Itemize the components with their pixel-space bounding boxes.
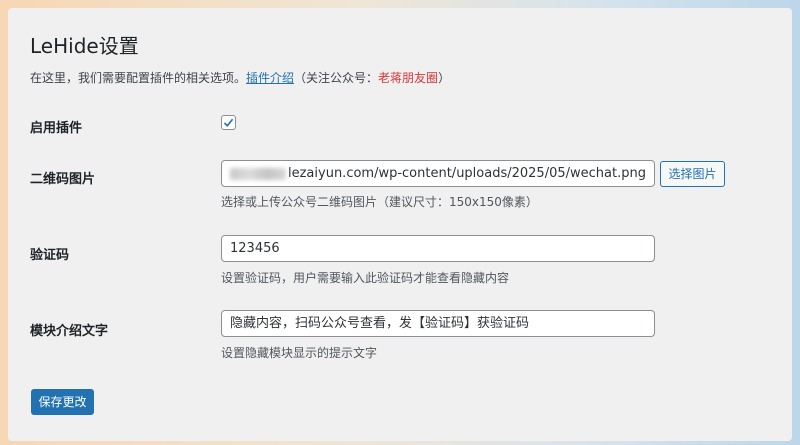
qr-image-label: 二维码图片 xyxy=(30,172,96,187)
save-button[interactable]: 保存更改 xyxy=(31,389,94,415)
select-image-button[interactable]: 选择图片 xyxy=(660,161,725,187)
blurred-domain xyxy=(230,167,286,180)
page-title: LeHide设置 xyxy=(30,34,139,58)
enable-label: 启用插件 xyxy=(30,121,83,136)
qr-image-url-value: lezaiyun.com/wp-content/uploads/2025/05/… xyxy=(288,166,646,181)
account-name: 老蒋朋友圈 xyxy=(378,71,439,85)
qr-image-url-input[interactable]: lezaiyun.com/wp-content/uploads/2025/05/… xyxy=(221,160,655,187)
description-mid: （关注公众号： xyxy=(294,71,379,85)
description-prefix: 在这里，我们需要配置插件的相关选项。 xyxy=(30,71,247,85)
plugin-intro-link[interactable]: 插件介绍 xyxy=(246,71,294,85)
checkmark-icon xyxy=(223,118,234,127)
qr-image-help: 选择或上传公众号二维码图片（建议尺寸：150x150像素） xyxy=(221,195,538,209)
verify-code-help: 设置验证码，用户需要输入此验证码才能查看隐藏内容 xyxy=(221,271,510,285)
verify-code-input[interactable]: 123456 xyxy=(221,235,655,262)
settings-panel: LeHide设置 在这里，我们需要配置插件的相关选项。插件介绍（关注公众号：老蒋… xyxy=(8,8,792,441)
intro-text-help: 设置隐藏模块显示的提示文字 xyxy=(221,346,378,360)
verify-code-label: 验证码 xyxy=(30,248,70,263)
description-suffix: ） xyxy=(438,71,451,85)
intro-text-input[interactable]: 隐藏内容，扫码公众号查看，发【验证码】获验证码 xyxy=(221,310,655,337)
intro-text-label: 模块介绍文字 xyxy=(30,324,109,339)
page-description: 在这里，我们需要配置插件的相关选项。插件介绍（关注公众号：老蒋朋友圈） xyxy=(30,69,450,86)
enable-checkbox[interactable] xyxy=(221,115,236,130)
